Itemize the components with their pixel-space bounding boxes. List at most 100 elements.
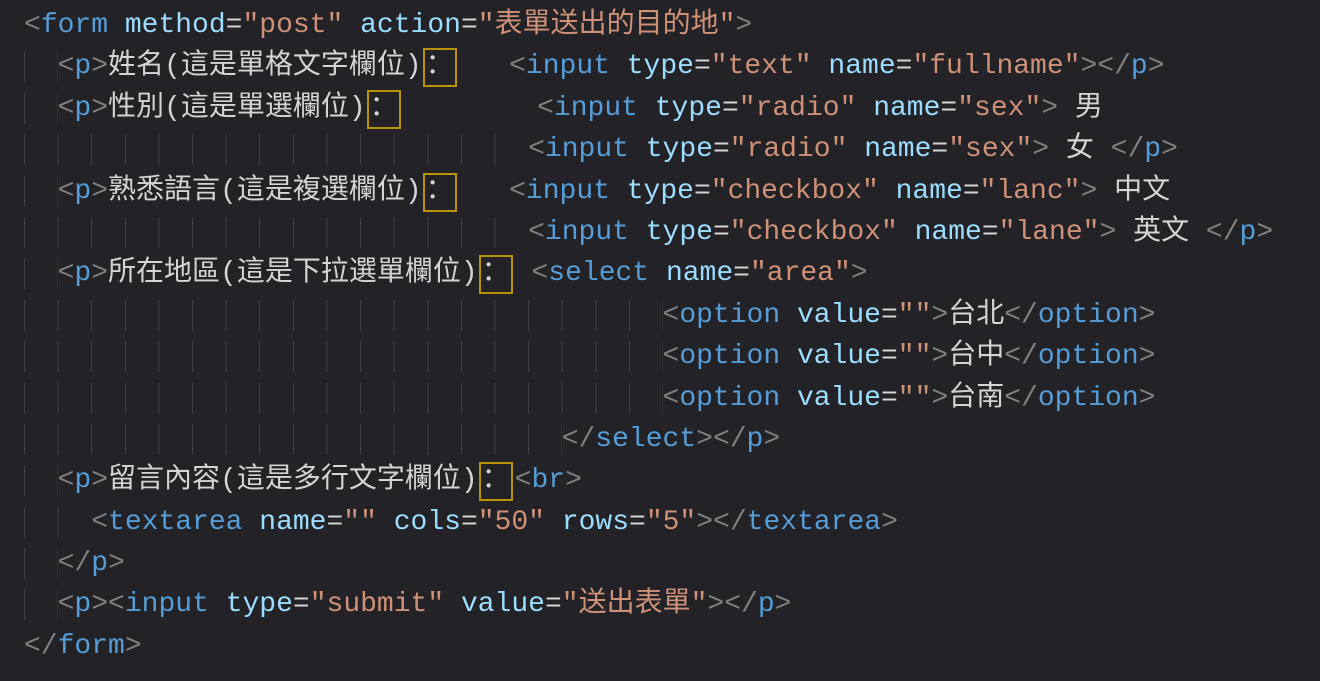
code-line[interactable]: <option value="">台北</option> xyxy=(24,295,1320,336)
token-tag: p xyxy=(1131,51,1148,82)
token-txt xyxy=(847,134,864,165)
code-line[interactable]: <input type="radio" name="sex"> 女 </p> xyxy=(24,129,1320,170)
indent-guides xyxy=(24,176,58,207)
token-pu: > xyxy=(91,93,108,124)
token-pu: < xyxy=(58,589,75,620)
token-txt xyxy=(629,217,646,248)
token-eq: = xyxy=(896,51,913,82)
token-tag: option xyxy=(1038,300,1139,331)
token-att: name xyxy=(666,258,733,289)
token-tag: p xyxy=(747,424,764,455)
token-str: "送出表單" xyxy=(562,589,708,620)
token-tag: form xyxy=(58,631,125,662)
token-txt: 台南 xyxy=(948,383,1004,414)
token-tag: p xyxy=(74,51,91,82)
token-txt xyxy=(638,93,655,124)
token-pu: > xyxy=(1139,341,1156,372)
token-eq: = xyxy=(940,93,957,124)
code-line[interactable]: <p>熟悉語言(這是複選欄位)： <input type="checkbox" … xyxy=(24,171,1320,212)
token-txt xyxy=(343,10,360,41)
token-tag: option xyxy=(679,341,780,372)
token-pu: < xyxy=(528,217,545,248)
token-pu: < xyxy=(24,10,41,41)
token-txt xyxy=(812,51,829,82)
code-line[interactable]: <form method="post" action="表單送出的目的地"> xyxy=(24,5,1320,46)
code-line[interactable]: </p> xyxy=(24,543,1320,584)
token-pu: > xyxy=(91,465,108,496)
token-str: "fullname" xyxy=(912,51,1080,82)
token-txt xyxy=(898,217,915,248)
code-editor[interactable]: <form method="post" action="表單送出的目的地"> <… xyxy=(0,0,1320,681)
token-str: "post" xyxy=(242,10,343,41)
token-eq: = xyxy=(545,589,562,620)
token-pu: > xyxy=(931,300,948,331)
token-eq: = xyxy=(461,507,478,538)
token-txt xyxy=(444,589,461,620)
token-txt: 姓名(這是單格文字欄位) xyxy=(108,51,422,82)
token-att: name xyxy=(896,176,963,207)
token-pu: > xyxy=(775,589,792,620)
token-tag: input xyxy=(125,589,209,620)
code-line[interactable]: <p>姓名(這是單格文字欄位)： <input type="text" name… xyxy=(24,46,1320,87)
token-tag: option xyxy=(1038,383,1139,414)
token-txt: 所在地區(這是下拉選單欄位) xyxy=(108,258,478,289)
unicode-highlight-box: ： xyxy=(423,173,457,212)
token-eq: = xyxy=(293,589,310,620)
token-str: "lane" xyxy=(999,217,1100,248)
token-pu: < xyxy=(537,93,554,124)
token-txt xyxy=(780,300,797,331)
code-line[interactable]: <input type="checkbox" name="lane"> 英文 <… xyxy=(24,212,1320,253)
token-txt: 英文 xyxy=(1116,217,1206,248)
token-eq: = xyxy=(963,176,980,207)
token-str: "lanc" xyxy=(980,176,1081,207)
indent-guides xyxy=(24,217,528,248)
token-tag: input xyxy=(545,134,629,165)
token-tag: p xyxy=(1240,217,1257,248)
token-pu: < xyxy=(58,51,75,82)
token-str: "sex" xyxy=(957,93,1041,124)
code-line[interactable]: <p>留言內容(這是多行文字欄位)：<br> xyxy=(24,460,1320,501)
code-line[interactable]: </form> xyxy=(24,626,1320,667)
token-pu: > xyxy=(108,548,125,579)
token-str: "5" xyxy=(646,507,696,538)
indent-guides xyxy=(24,258,58,289)
code-line[interactable]: <option value="">台南</option> xyxy=(24,378,1320,419)
token-pu: > xyxy=(1099,217,1116,248)
token-att: type xyxy=(627,51,694,82)
token-tag: option xyxy=(1038,341,1139,372)
code-line[interactable]: <p>性別(這是單選欄位)： <input type="radio" name=… xyxy=(24,88,1320,129)
token-txt xyxy=(108,10,125,41)
token-pu: </ xyxy=(1004,383,1038,414)
token-att: type xyxy=(646,217,713,248)
token-pu: > xyxy=(1041,93,1058,124)
indent-guides xyxy=(24,507,91,538)
code-line[interactable]: <option value="">台中</option> xyxy=(24,336,1320,377)
token-txt: 男 xyxy=(1058,93,1103,124)
token-att: value xyxy=(797,300,881,331)
token-pu: </ xyxy=(1004,300,1038,331)
code-line[interactable]: <p><input type="submit" value="送出表單"></p… xyxy=(24,584,1320,625)
token-txt xyxy=(209,589,226,620)
code-line[interactable]: <textarea name="" cols="50" rows="5"></t… xyxy=(24,502,1320,543)
token-pu: > xyxy=(91,51,108,82)
token-pu: > xyxy=(565,465,582,496)
token-txt xyxy=(879,176,896,207)
token-str: "radio" xyxy=(730,134,848,165)
token-pu: </ xyxy=(1097,51,1131,82)
token-pu: < xyxy=(663,341,680,372)
token-att: action xyxy=(360,10,461,41)
indent-guides xyxy=(24,93,58,124)
token-pu: < xyxy=(528,134,545,165)
token-tag: input xyxy=(526,176,610,207)
token-eq: = xyxy=(733,258,750,289)
code-line[interactable]: </select></p> xyxy=(24,419,1320,460)
token-eq: = xyxy=(713,134,730,165)
token-pu: < xyxy=(108,589,125,620)
token-txt xyxy=(545,507,562,538)
code-line[interactable]: <p>所在地區(這是下拉選單欄位)： <select name="area"> xyxy=(24,253,1320,294)
token-str: "" xyxy=(898,341,932,372)
token-tag: p xyxy=(758,589,775,620)
token-txt: 熟悉語言(這是複選欄位) xyxy=(108,176,422,207)
token-att: type xyxy=(655,93,722,124)
token-txt: 台中 xyxy=(948,341,1004,372)
